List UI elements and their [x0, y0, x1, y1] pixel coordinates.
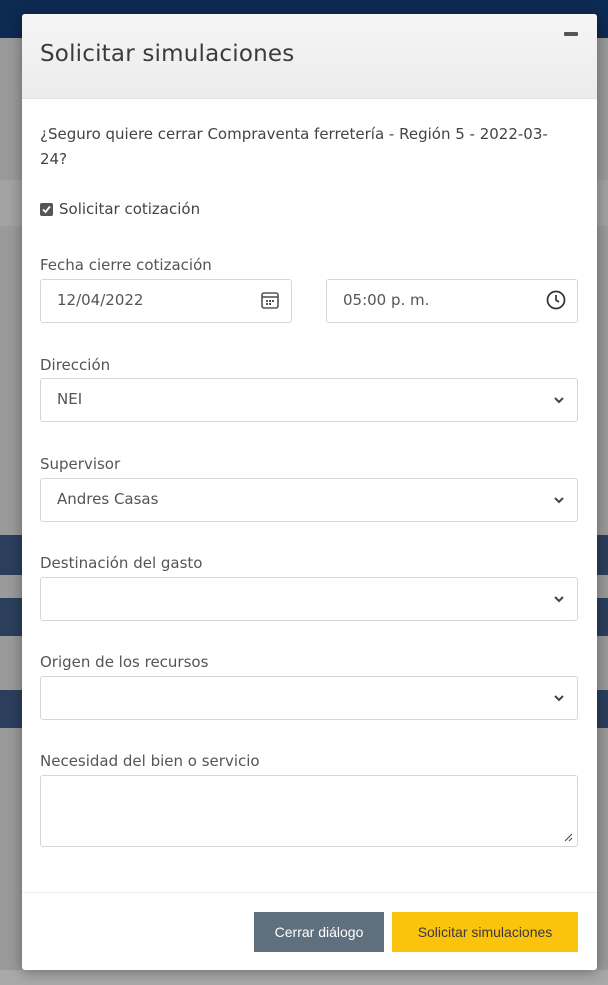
close-date-input[interactable]: 12/04/2022	[40, 279, 292, 323]
dialog-header: Solicitar simulaciones	[22, 14, 597, 99]
close-date-value: 12/04/2022	[57, 291, 144, 309]
resources-select[interactable]	[40, 676, 578, 720]
resources-label: Origen de los recursos	[40, 653, 209, 671]
need-textarea[interactable]	[40, 775, 578, 847]
minimize-button[interactable]	[559, 26, 583, 42]
expense-label: Destinación del gasto	[40, 554, 203, 572]
request-simulations-button[interactable]: Solicitar simulaciones	[392, 912, 578, 952]
expense-select[interactable]	[40, 577, 578, 621]
confirm-message: ¿Seguro quiere cerrar Compraventa ferret…	[40, 125, 548, 168]
footer-divider	[22, 892, 597, 893]
chevron-down-icon	[554, 695, 564, 702]
chevron-down-icon	[554, 596, 564, 603]
chevron-down-icon	[554, 497, 564, 504]
need-label: Necesidad del bien o servicio	[40, 752, 260, 770]
simulation-request-dialog: Solicitar simulaciones ¿Seguro quiere ce…	[22, 14, 597, 970]
check-icon	[42, 205, 51, 213]
close-time-input[interactable]: 05:00 p. m.	[326, 279, 578, 323]
direction-select[interactable]: NEI	[40, 378, 578, 422]
calendar-icon[interactable]	[259, 289, 281, 311]
close-time-value: 05:00 p. m.	[343, 291, 430, 309]
request-quote-checkbox[interactable]	[40, 202, 53, 216]
clock-icon[interactable]	[545, 289, 567, 311]
supervisor-select[interactable]: Andres Casas	[40, 478, 578, 522]
close-date-label: Fecha cierre cotización	[40, 256, 212, 274]
background-footer	[0, 970, 608, 985]
request-quote-label: Solicitar cotización	[59, 200, 201, 218]
supervisor-label: Supervisor	[40, 455, 121, 473]
direction-value: NEI	[57, 390, 83, 408]
request-quote-option: Solicitar cotización	[40, 200, 200, 218]
resize-handle-icon[interactable]	[564, 833, 573, 842]
close-dialog-button[interactable]: Cerrar diálogo	[254, 912, 384, 952]
chevron-down-icon	[554, 397, 564, 404]
minimize-icon	[564, 32, 578, 36]
supervisor-value: Andres Casas	[57, 490, 159, 508]
direction-label: Dirección	[40, 356, 111, 374]
dialog-title: Solicitar simulaciones	[40, 41, 295, 67]
